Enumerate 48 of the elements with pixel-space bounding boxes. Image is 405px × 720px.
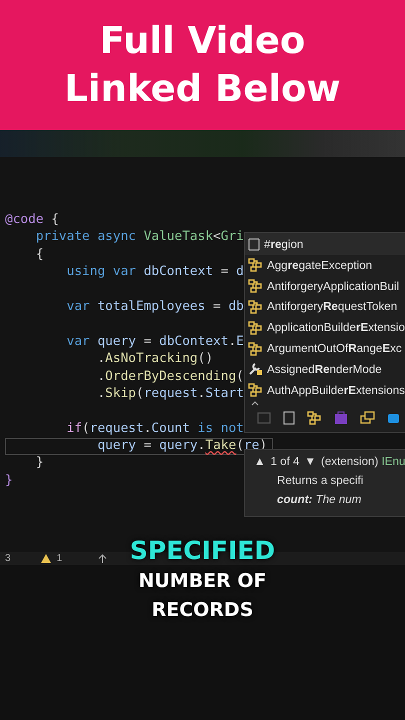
class-icon <box>248 342 263 356</box>
class-icon <box>248 383 263 398</box>
scroll-up-icon[interactable] <box>251 400 259 406</box>
snippet-icon[interactable] <box>283 410 295 425</box>
class-icon <box>248 279 263 294</box>
banner-title: Full Video <box>100 18 306 64</box>
previous-overload-button[interactable]: ▲ <box>254 455 266 468</box>
code-line: @code { <box>5 212 59 229</box>
banner-title: Linked Below <box>64 66 341 112</box>
code-line: var totalEmployees = db <box>66 298 244 316</box>
method-summary: Returns a specifi <box>276 474 364 487</box>
overload-counter: 1 of 4 <box>270 455 300 468</box>
completion-item[interactable]: AggregateException <box>267 258 372 272</box>
warning-count: 1 <box>56 553 62 564</box>
code-line: .OrderByDescending( <box>96 368 244 386</box>
up-arrow-icon[interactable] <box>98 554 108 563</box>
class-icon <box>248 300 263 314</box>
completion-item[interactable]: AntiforgeryRequestToken <box>267 300 398 314</box>
caption-line: RECORDS <box>152 598 254 623</box>
code-line: using var dbContext = d <box>66 264 244 282</box>
next-overload-button[interactable]: ▼ <box>304 455 316 468</box>
windows-icon[interactable] <box>360 410 375 425</box>
completion-item[interactable]: AuthAppBuilderExtensions <box>267 384 405 397</box>
struct-icon[interactable] <box>334 410 348 425</box>
error-count: 3 <box>5 553 11 564</box>
parameter-description: count: The num <box>276 493 362 506</box>
completion-item[interactable]: ApplicationBuilderExtensio <box>267 321 405 334</box>
code-line: } <box>34 455 44 472</box>
class-icon <box>248 320 263 335</box>
completion-item[interactable]: AssignedRenderMode <box>267 362 382 376</box>
method-signature: (extension) IEnu <box>320 455 405 468</box>
code-line: .AsNoTracking() <box>96 351 214 368</box>
class-icon[interactable] <box>307 410 322 425</box>
code-line: } <box>5 472 13 490</box>
caption-highlight: SPECIFIED <box>130 535 276 567</box>
code-line: private async ValueTask<Gri <box>34 229 244 246</box>
class-icon <box>248 258 263 272</box>
wrench-icon <box>248 362 263 376</box>
warning-icon[interactable] <box>40 554 51 563</box>
code-line: .Skip(request.Start <box>96 386 244 403</box>
completion-filter: #region <box>264 238 304 250</box>
code-line: { <box>34 246 44 264</box>
completion-item[interactable]: AntiforgeryApplicationBuil <box>267 280 400 293</box>
caption-line: NUMBER OF <box>138 569 267 594</box>
code-line: if(request.Count is not <box>66 420 244 438</box>
code-line: var query = dbContext.E <box>66 334 244 351</box>
snippet-icon <box>248 238 260 250</box>
completion-item[interactable]: ArgumentOutOfRangeExc <box>267 342 402 356</box>
